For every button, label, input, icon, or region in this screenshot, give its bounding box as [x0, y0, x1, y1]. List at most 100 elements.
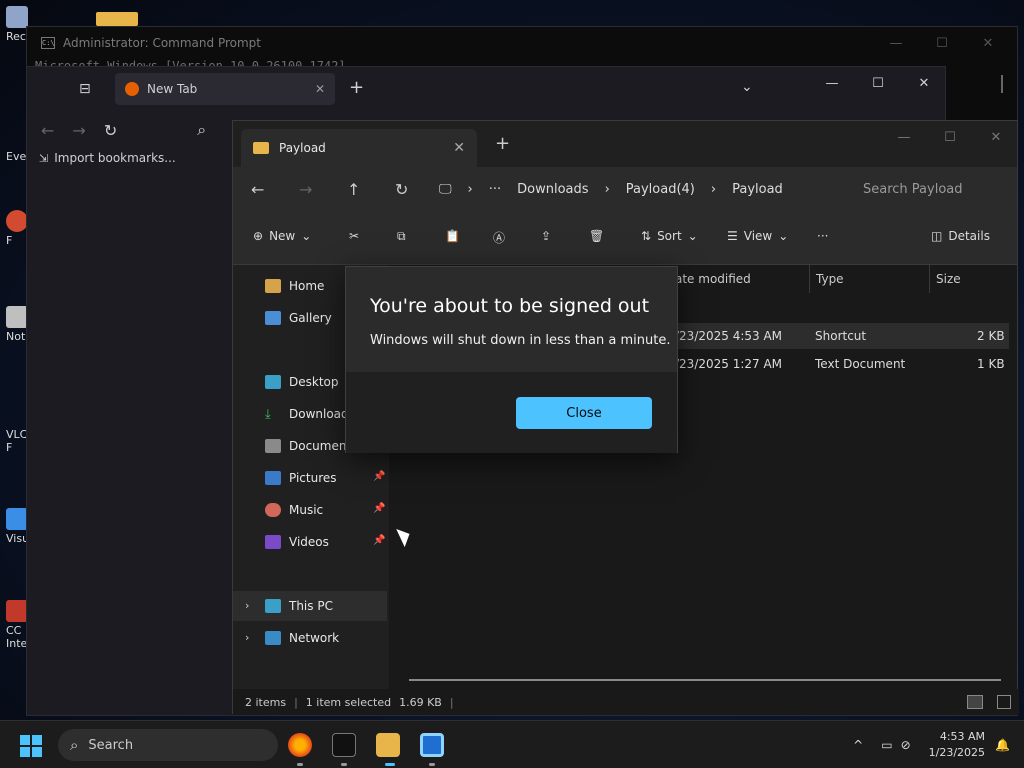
new-tab-plus-icon[interactable]: + — [495, 133, 510, 154]
chevron-up-icon[interactable]: ^ — [853, 738, 863, 752]
refresh-icon[interactable]: ↻ — [395, 180, 443, 199]
minimize-icon[interactable]: — — [809, 67, 855, 99]
sort-button[interactable]: ⇅ Sort ⌄ — [641, 229, 698, 243]
search-icon[interactable]: ⌕ — [197, 120, 206, 140]
explorer-tab-payload[interactable]: Payload ✕ — [241, 129, 477, 167]
copy-icon[interactable]: ⧉ — [397, 229, 406, 244]
delete-icon[interactable]: 🗑 — [589, 229, 604, 243]
sidebar-item-this-pc[interactable]: This PC — [233, 591, 387, 621]
windows-logo-icon — [20, 735, 30, 745]
sidebar-item-network[interactable]: Network — [233, 623, 387, 653]
status-item-count: 2 items — [245, 695, 287, 709]
minimize-icon[interactable]: — — [873, 27, 919, 59]
breadcrumb-payload[interactable]: Payload — [732, 182, 783, 197]
paste-icon[interactable]: 📋 — [445, 229, 460, 243]
taskbar-firefox-icon[interactable] — [288, 733, 312, 757]
chevron-right-icon: › — [710, 181, 717, 197]
horizontal-scrollbar[interactable] — [409, 679, 1001, 681]
volume-muted-icon[interactable]: ⊘ — [901, 738, 911, 752]
chevron-right-icon[interactable]: › — [245, 599, 249, 612]
computer-icon — [265, 599, 281, 613]
details-view-icon[interactable] — [967, 695, 983, 709]
documents-icon — [265, 439, 281, 453]
ellipsis-icon[interactable]: ··· — [489, 182, 501, 197]
start-button[interactable] — [20, 735, 42, 757]
desktop-folder-icon[interactable] — [96, 12, 138, 26]
breadcrumb-payload-4[interactable]: Payload(4) — [626, 182, 695, 197]
status-selected: 1 item selected — [305, 695, 392, 709]
cmd-icon: C:\ — [41, 37, 55, 49]
taskbar: ⌕ Search ^ ▭ ⊘ 4:53 AM 1/23/2025 🔔 — [0, 720, 1024, 768]
close-tab-icon[interactable]: ✕ — [453, 140, 465, 156]
explorer-command-bar: ⊕ New ⌄ ✂ ⧉ 📋 Ⓐ ⇪ 🗑 ⇅ Sort ⌄ ☰ View ⌄ ··… — [233, 211, 1017, 265]
view-button[interactable]: ☰ View ⌄ — [727, 229, 788, 243]
close-icon[interactable]: ✕ — [901, 67, 947, 99]
new-tab-plus-icon[interactable]: + — [349, 77, 364, 98]
column-header-size[interactable]: Size — [929, 265, 1005, 293]
chevron-right-icon: › — [604, 181, 610, 197]
details-button[interactable]: ◫ Details — [931, 229, 990, 243]
cmd-scrollbar[interactable] — [1001, 75, 1003, 93]
sidebar-item-pictures[interactable]: Pictures — [233, 463, 387, 493]
reload-icon[interactable]: ↻ — [104, 121, 117, 140]
sign-out-dialog: You're about to be signed out Windows wi… — [345, 266, 678, 453]
sidebar-item-music[interactable]: Music — [233, 495, 387, 525]
pin-icon[interactable]: 📌 — [373, 471, 385, 482]
maximize-icon[interactable]: ☐ — [855, 67, 901, 99]
system-tray: ^ ▭ ⊘ 4:53 AM 1/23/2025 🔔 — [853, 721, 1024, 768]
firefox-tab-strip: ⊟ New Tab ✕ + ⌄ — ☐ ✕ — [27, 67, 945, 113]
status-size: 1.69 KB — [399, 695, 442, 709]
taskbar-terminal-icon[interactable] — [332, 733, 356, 757]
chevron-down-icon: ⌄ — [301, 229, 312, 243]
pin-icon[interactable]: 📌 — [373, 503, 385, 514]
forward-arrow-icon[interactable]: → — [72, 121, 85, 140]
close-tab-icon[interactable]: ✕ — [315, 82, 325, 96]
breadcrumb-downloads[interactable]: Downloads — [517, 182, 588, 197]
share-icon[interactable]: ⇪ — [541, 229, 551, 243]
taskbar-app-icon[interactable] — [420, 733, 444, 757]
pictures-icon — [265, 471, 281, 485]
taskbar-search[interactable]: ⌕ Search — [58, 729, 278, 761]
import-bookmarks-link[interactable]: Import bookmarks... — [54, 151, 176, 165]
clock[interactable]: 4:53 AM 1/23/2025 — [929, 729, 985, 761]
list-tabs-chevron-icon[interactable]: ⌄ — [741, 79, 753, 95]
forward-arrow-icon[interactable]: → — [299, 180, 347, 199]
column-header-type[interactable]: Type — [809, 265, 929, 293]
sidebar-item-videos[interactable]: Videos — [233, 527, 387, 557]
search-icon: ⌕ — [70, 736, 79, 754]
chevron-right-icon[interactable]: › — [245, 631, 249, 644]
close-icon[interactable]: ✕ — [965, 27, 1011, 59]
taskbar-file-explorer-icon[interactable] — [376, 733, 400, 757]
cmd-titlebar[interactable]: C:\ Administrator: Command Prompt — [27, 27, 1017, 59]
folder-icon — [253, 142, 269, 154]
notification-bell-icon[interactable]: 🔔 — [995, 738, 1010, 752]
monitor-icon: 🖵 — [439, 181, 452, 197]
download-icon: ⤓ — [265, 407, 271, 422]
chevron-right-icon: › — [467, 181, 473, 197]
firefox-tab-new-tab[interactable]: New Tab ✕ — [115, 73, 335, 105]
tab-overview-icon[interactable]: ⊟ — [79, 81, 91, 97]
explorer-titlebar[interactable]: Payload ✕ + — ☐ ✕ — [233, 121, 1017, 167]
up-arrow-icon[interactable]: ↑ — [347, 180, 395, 199]
plus-circle-icon: ⊕ — [253, 229, 264, 243]
back-arrow-icon[interactable]: ← — [251, 180, 299, 199]
network-status-icon[interactable]: ▭ — [881, 738, 892, 752]
tiles-view-icon[interactable] — [997, 695, 1011, 709]
pin-icon[interactable]: 📌 — [373, 535, 385, 546]
rename-icon[interactable]: Ⓐ — [493, 229, 505, 246]
maximize-icon[interactable]: ☐ — [927, 121, 973, 153]
cut-icon[interactable]: ✂ — [349, 229, 359, 243]
back-arrow-icon[interactable]: ← — [41, 121, 54, 140]
breadcrumb[interactable]: 🖵 › ··· Downloads › Payload(4) › Payload — [439, 173, 835, 205]
close-button[interactable]: Close — [516, 397, 652, 429]
maximize-icon[interactable]: ☐ — [919, 27, 965, 59]
import-icon: ⇲ — [39, 151, 49, 165]
close-icon[interactable]: ✕ — [973, 121, 1019, 153]
videos-icon — [265, 535, 281, 549]
minimize-icon[interactable]: — — [881, 121, 927, 153]
more-options-icon[interactable]: ··· — [817, 229, 828, 243]
view-icon: ☰ — [727, 229, 738, 243]
column-header-date-modified[interactable]: ate modified — [669, 265, 799, 293]
search-input[interactable]: Search Payload — [847, 173, 1017, 205]
new-button[interactable]: ⊕ New ⌄ — [253, 229, 311, 243]
